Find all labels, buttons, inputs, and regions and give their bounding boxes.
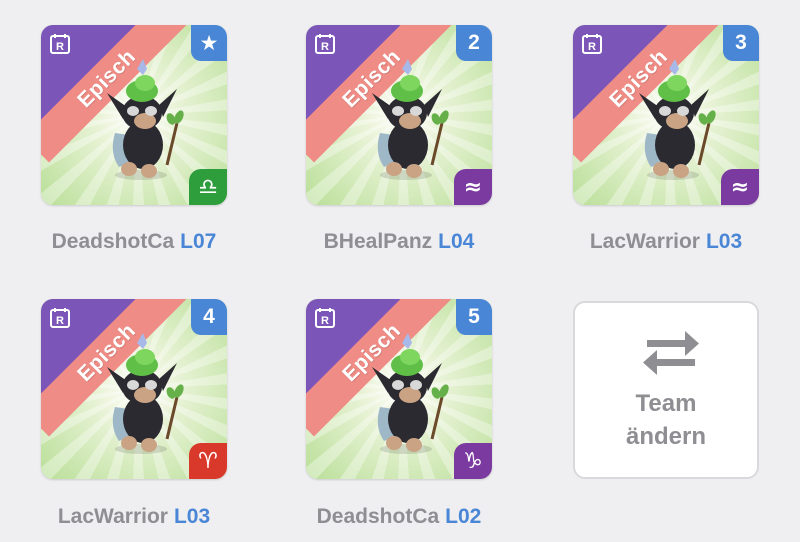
star-icon: ★ — [191, 25, 227, 61]
pet-name: LacWarrior — [589, 230, 700, 253]
pet-label-4: LacWarrior L03 — [4, 505, 264, 529]
pet-level: L03 — [173, 505, 211, 528]
svg-text:R: R — [321, 41, 329, 53]
pet-card-5[interactable]: Episch R 5 ♑ — [306, 299, 492, 479]
team-slot-number: 5 — [456, 299, 492, 335]
rune-icon: R — [582, 34, 602, 54]
team-slot-number: 2 — [456, 25, 492, 61]
swap-arrows-icon — [643, 331, 699, 375]
pet-label-3: LacWarrior L03 — [536, 230, 796, 254]
team-slot-number: 4 — [191, 299, 227, 335]
pet-image — [107, 59, 184, 180]
pet-label-2: BHealPanz L04 — [269, 230, 529, 254]
change-team-label: Team ändern — [575, 387, 757, 453]
aries-icon: ♈ — [189, 443, 227, 479]
pet-card-2[interactable]: Episch R 2 ≈ — [306, 25, 492, 205]
pet-image — [107, 333, 184, 454]
change-team-line2: ändern — [625, 423, 706, 450]
pet-image — [639, 59, 716, 180]
rune-icon: R — [50, 308, 70, 328]
pet-name: BHealPanz — [323, 230, 433, 253]
svg-text:R: R — [56, 315, 64, 327]
pet-name: DeadshotCa — [51, 230, 175, 253]
libra-icon: ♎ — [189, 169, 227, 205]
change-team-line1: Team — [635, 390, 697, 417]
rune-icon: R — [315, 34, 335, 54]
capricorn-icon: ♑ — [454, 443, 492, 479]
team-slot-number: 3 — [723, 25, 759, 61]
pet-level: L03 — [705, 230, 743, 253]
pet-image — [372, 333, 449, 454]
svg-text:R: R — [321, 315, 329, 327]
pet-card-3[interactable]: Episch R 3 ≈ — [573, 25, 759, 205]
rune-icon: R — [315, 308, 335, 328]
pet-name: LacWarrior — [57, 505, 168, 528]
rune-icon: R — [50, 34, 70, 54]
pet-card-4[interactable]: Episch R 4 ♈ — [41, 299, 227, 479]
pet-level: L02 — [445, 505, 482, 528]
svg-text:R: R — [588, 41, 596, 53]
pet-label-1: DeadshotCa L07 — [4, 230, 264, 254]
aquarius-icon: ≈ — [454, 169, 492, 205]
pet-image — [372, 59, 449, 180]
pet-name: DeadshotCa — [316, 505, 440, 528]
change-team-button[interactable]: Team ändern — [573, 301, 759, 479]
pet-level: L04 — [438, 230, 475, 253]
pet-card-1[interactable]: Episch R ★ ♎ — [41, 25, 227, 205]
pet-label-5: DeadshotCa L02 — [269, 505, 529, 529]
aquarius-icon: ≈ — [721, 169, 759, 205]
pet-level: L07 — [180, 230, 217, 253]
svg-text:R: R — [56, 41, 64, 53]
